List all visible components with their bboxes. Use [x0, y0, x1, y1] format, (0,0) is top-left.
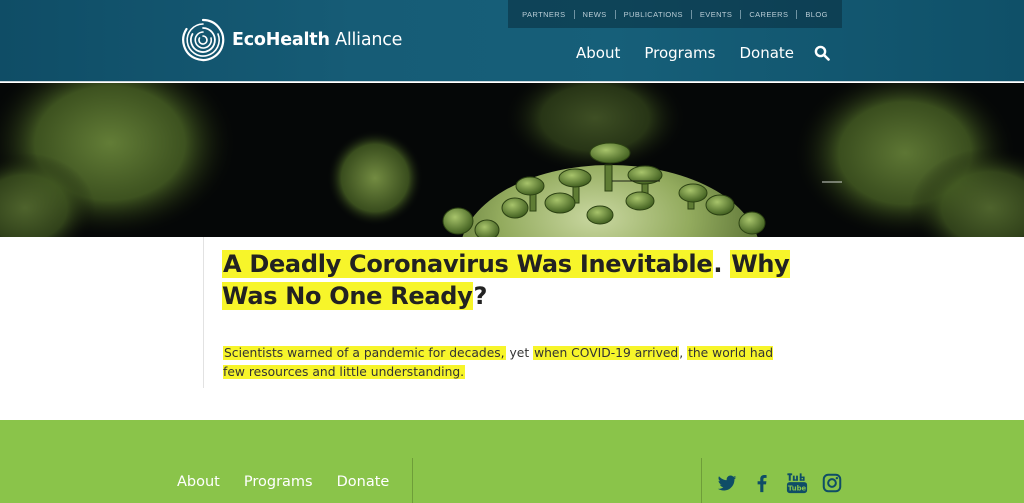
dek-highlight: Scientists warned of a pandemic for deca…: [223, 346, 506, 360]
article-dek: Scientists warned of a pandemic for deca…: [223, 344, 793, 382]
article-left-rule: [203, 237, 204, 388]
coronavirus-illustration: [0, 83, 1024, 237]
hero-image: [0, 83, 1024, 237]
svg-text:Tube: Tube: [788, 484, 807, 492]
facebook-icon[interactable]: [751, 472, 773, 494]
footer-divider: [412, 458, 413, 503]
utility-link-careers[interactable]: CAREERS: [741, 10, 796, 19]
footer-nav-about[interactable]: About: [177, 474, 220, 490]
utility-link-partners[interactable]: PARTNERS: [514, 10, 573, 19]
nav-donate[interactable]: Donate: [739, 44, 794, 62]
headline-text: .: [713, 250, 731, 278]
utility-link-news[interactable]: NEWS: [575, 10, 615, 19]
youtube-icon[interactable]: Tube: [786, 472, 808, 494]
site-logo[interactable]: EcoHealth Alliance: [180, 17, 402, 63]
footer-nav-donate[interactable]: Donate: [337, 474, 390, 490]
headline-highlight: A Deadly Coronavirus Was Inevitable: [222, 250, 714, 278]
headline-text: ?: [473, 282, 488, 310]
dek-text: ,: [679, 346, 688, 360]
nav-about[interactable]: About: [576, 44, 620, 62]
site-footer: About Programs Donate Tube: [0, 420, 1024, 503]
utility-link-events[interactable]: EVENTS: [692, 10, 740, 19]
footer-divider: [701, 458, 702, 503]
article-headline: A Deadly Coronavirus Was Inevitable. Why…: [222, 248, 802, 312]
site-header: PARTNERS NEWS PUBLICATIONS EVENTS CAREER…: [0, 0, 1024, 82]
logo-text: EcoHealth Alliance: [232, 30, 403, 50]
dek-highlight: when COVID-19 arrived: [533, 346, 680, 360]
social-links: Tube: [716, 472, 856, 494]
instagram-icon[interactable]: [821, 472, 843, 494]
logo-swirl-icon: [182, 18, 225, 62]
footer-nav-programs[interactable]: Programs: [244, 474, 313, 490]
utility-nav: PARTNERS NEWS PUBLICATIONS EVENTS CAREER…: [508, 0, 842, 28]
nav-programs[interactable]: Programs: [644, 44, 715, 62]
utility-link-blog[interactable]: BLOG: [797, 10, 835, 19]
utility-link-publications[interactable]: PUBLICATIONS: [616, 10, 691, 19]
main-nav: About Programs Donate: [576, 44, 830, 62]
footer-nav: About Programs Donate: [177, 474, 413, 490]
dek-text: yet: [505, 346, 534, 360]
search-icon[interactable]: [814, 45, 830, 61]
twitter-icon[interactable]: [716, 472, 738, 494]
